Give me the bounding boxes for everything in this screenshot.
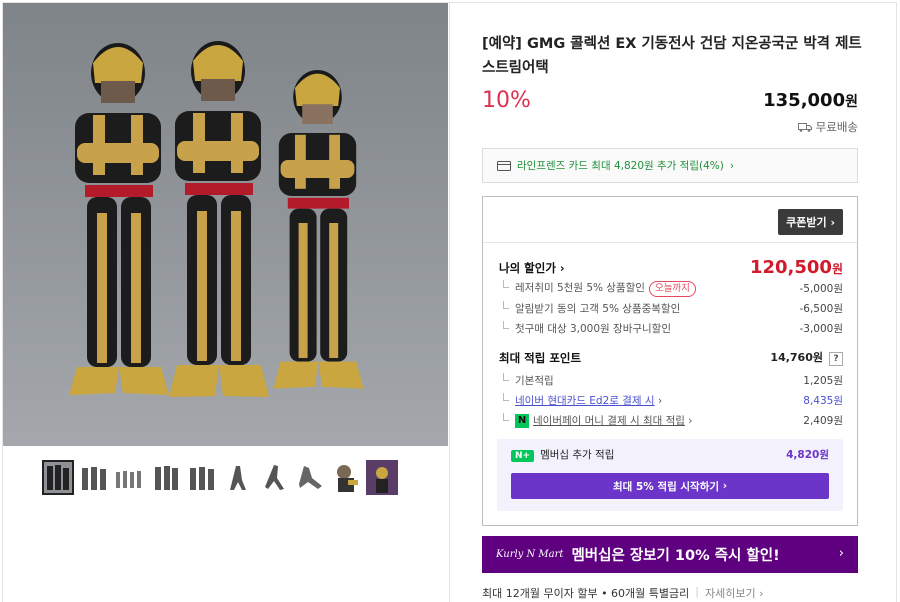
credit-card-icon [497,160,511,171]
thumbnail-6[interactable] [222,460,254,495]
chevron-right-icon: › [838,546,844,561]
price-value: 135,000 [763,90,846,111]
chevron-right-icon: › [722,480,728,492]
point-label[interactable]: N 네이버페이 머니 결제 시 최대 적립 › [499,413,692,428]
membership-value: 4,820원 [786,449,829,461]
card-promo-banner[interactable]: 라인프렌즈 카드 최대 4,820원 추가 적립(4%) › [482,148,858,183]
points-row: 최대 적립 포인트 14,760원? [499,349,843,366]
product-price: 135,000원 [763,90,858,111]
coupon-button-label: 쿠폰받기 [786,216,827,229]
installment-info: 최대 12개월 무이자 할부 • 60개월 특별금리 | 자세히보기 › [482,585,764,601]
action-figures-illustration [3,3,448,446]
discount-label: 레저취미 5천원 5% 상품할인 오늘까지 [499,280,696,297]
discount-label: 알림받기 동의 고객 5% 상품중복할인 [499,301,680,316]
membership-label-text: 멤버십 추가 적립 [540,449,615,461]
chevron-right-icon: › [830,216,835,229]
divider [483,242,857,243]
nplus-icon: N+ [511,450,535,462]
installment-text: 최대 12개월 무이자 할부 • 60개월 특별금리 [482,587,690,600]
discount-value: -5,000원 [799,283,843,295]
chevron-right-icon: › [559,260,565,275]
chevron-right-icon: › [729,159,735,172]
discount-rate: 10% [482,88,531,113]
point-row: 기본적립 1,205원 [499,373,843,388]
point-value: 2,409원 [803,415,843,427]
thumbnail-1[interactable] [42,460,74,495]
benefit-box: 쿠폰받기 › 나의 할인가 › 120,500원 레저취미 5천원 5% 상품할… [482,196,858,526]
panel-divider [449,2,450,602]
price-unit: 원 [845,94,858,110]
discount-row: 레저취미 5천원 5% 상품할인 오늘까지 -5,000원 [499,280,843,297]
membership-label: N+ 멤버십 추가 적립 [511,447,614,462]
thumbnail-10[interactable] [366,460,398,495]
hyundai-card-link[interactable]: 네이버 현대카드 Ed2로 결제 시 [515,395,655,407]
npay-link[interactable]: 네이버페이 머니 결제 시 최대 적립 [533,415,685,427]
thumbnail-5[interactable] [186,460,218,495]
my-price: 120,500원 [750,257,843,278]
more-link-label: 자세히보기 [704,587,756,600]
thumbnail-8[interactable] [294,460,326,495]
product-title: [예약] GMG 콜렉션 EX 기동전사 건담 지온공국군 박격 제트스트림어택 [482,36,862,76]
discount-value: -6,500원 [799,303,843,315]
chevron-right-icon: › [688,415,693,427]
help-icon[interactable]: ? [829,352,843,366]
thumbnail-4[interactable] [150,460,182,495]
chevron-right-icon: › [657,395,663,407]
point-value: 1,205원 [803,375,843,387]
points-total-value: 14,760원 [770,351,823,364]
my-price-unit: 원 [831,262,843,276]
thumbnail-3[interactable] [114,460,146,495]
kurly-mart-logo: Kurly N Mart [496,549,564,560]
card-promo-text: 라인프렌즈 카드 최대 4,820원 추가 적립(4%) [517,160,724,172]
discount-row: 첫구매 대상 3,000원 장바구니할인 -3,000원 [499,321,843,336]
thumbnail-7[interactable] [258,460,290,495]
my-price-label[interactable]: 나의 할인가 › [499,260,565,276]
product-main-image[interactable] [3,3,448,446]
membership-box: N+ 멤버십 추가 적립 4,820원 최대 5% 적립 시작하기 › [497,439,843,511]
points-label: 최대 적립 포인트 [499,350,582,365]
banner-text: 멤버십은 장보기 10% 즉시 할인! [571,548,780,564]
point-value: 8,435원 [803,395,843,407]
npay-icon: N [515,414,529,428]
thumbnail-strip [42,460,398,495]
installment-more-link[interactable]: 자세히보기 › [705,585,764,601]
discount-label-text: 레저취미 5천원 5% 상품할인 [515,282,645,294]
discount-value: -3,000원 [799,323,843,335]
point-row: 네이버 현대카드 Ed2로 결제 시 › 8,435원 [499,393,843,408]
my-price-value: 120,500 [749,257,832,278]
point-label[interactable]: 네이버 현대카드 Ed2로 결제 시 › [499,393,662,408]
kurly-mart-banner[interactable]: Kurly N Mart 멤버십은 장보기 10% 즉시 할인! › [482,536,858,573]
discount-row: 알림받기 동의 고객 5% 상품중복할인 -6,500원 [499,301,843,316]
deadline-tag: 오늘까지 [648,281,696,297]
thumbnail-2[interactable] [78,460,110,495]
membership-button-label: 최대 5% 적립 시작하기 [612,480,720,493]
point-row: N 네이버페이 머니 결제 시 최대 적립 › 2,409원 [499,413,843,428]
thumbnail-9[interactable] [330,460,362,495]
truck-icon [797,123,812,132]
membership-start-button[interactable]: 최대 5% 적립 시작하기 › [511,473,829,499]
shipping-info: 무료배송 [797,119,858,135]
point-label: 기본적립 [499,373,554,388]
discount-label: 첫구매 대상 3,000원 장바구니할인 [499,321,671,336]
my-price-row: 나의 할인가 › 120,500원 [499,257,843,278]
coupon-button[interactable]: 쿠폰받기 › [778,209,843,235]
membership-row: N+ 멤버십 추가 적립 4,820원 [511,447,829,462]
my-price-label-text: 나의 할인가 [499,260,556,275]
points-total: 14,760원? [770,349,843,366]
shipping-label: 무료배송 [815,120,858,134]
divider: | [695,585,699,598]
